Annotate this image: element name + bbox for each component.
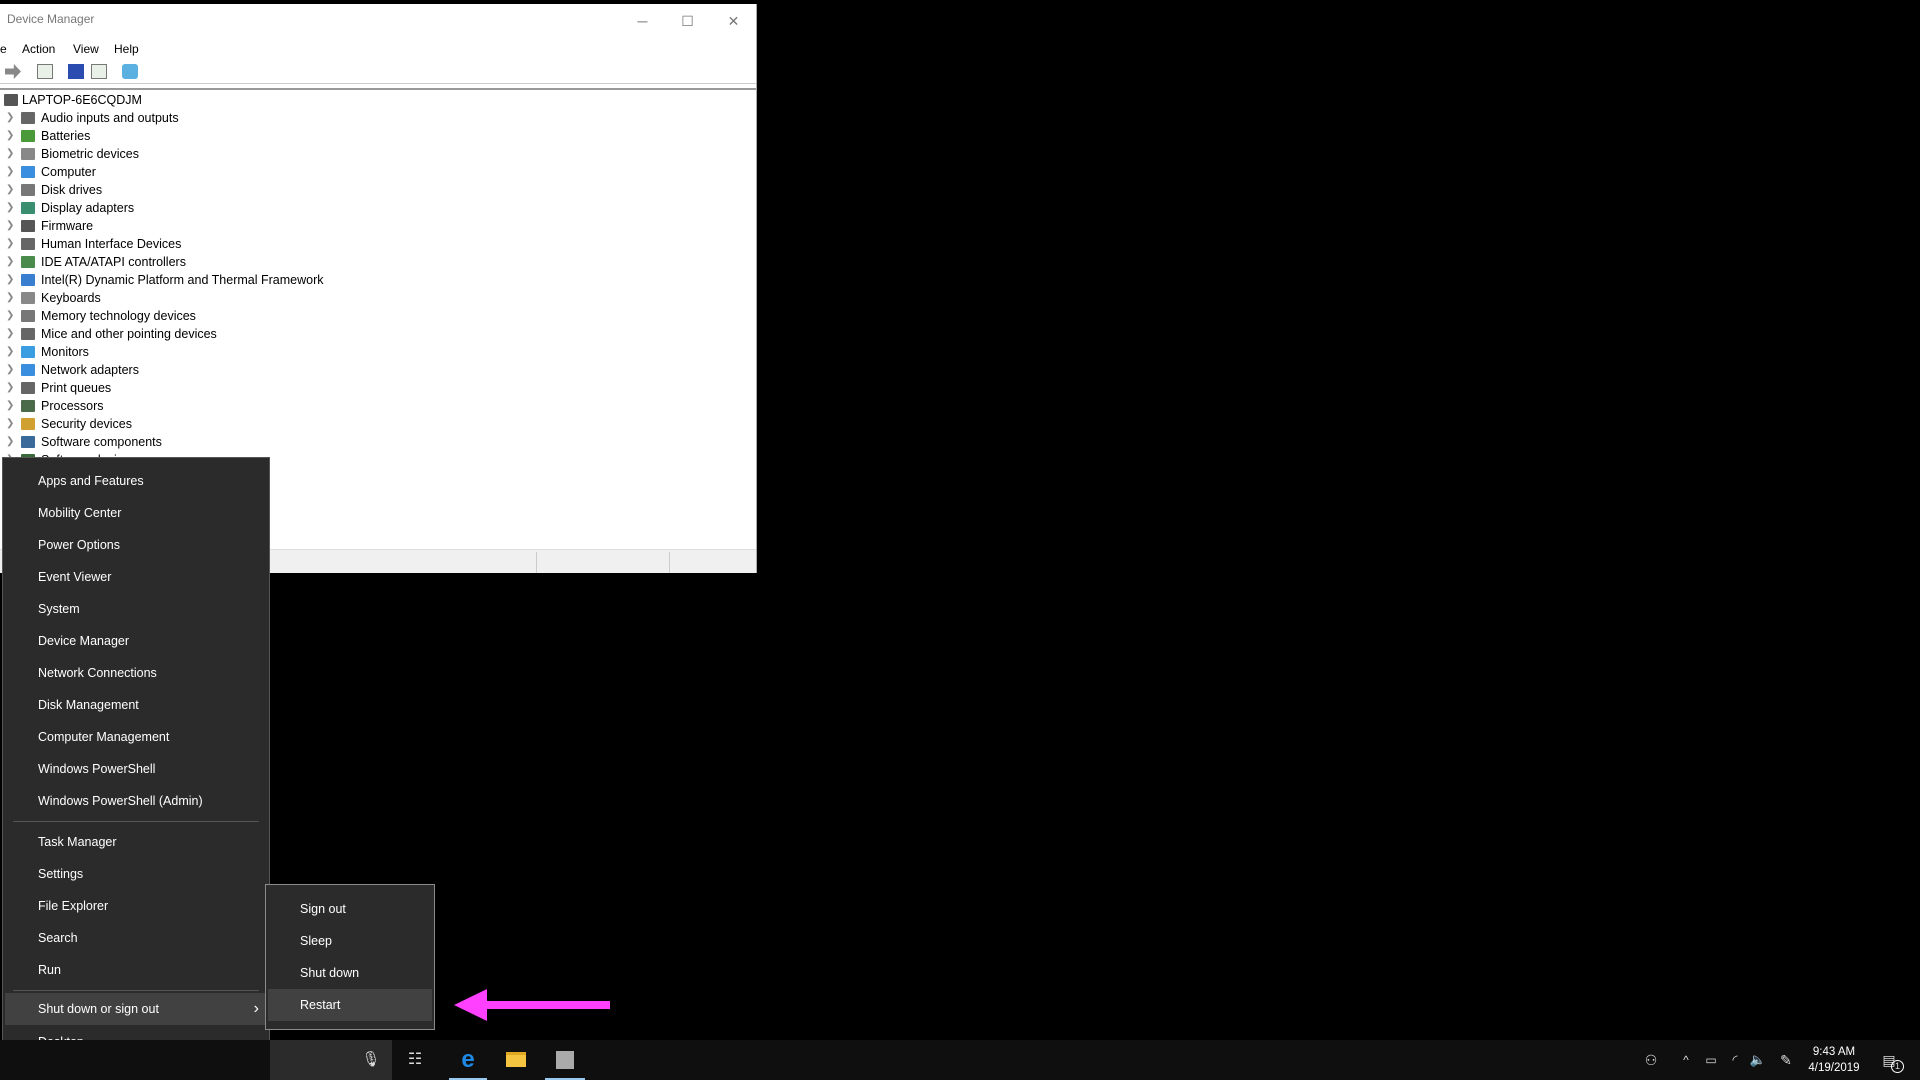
expand-chevron-icon[interactable]: ❯ (6, 343, 14, 361)
device-category-icon (21, 166, 35, 178)
chevron-up-icon[interactable]: ^ (1676, 1040, 1696, 1080)
menu-item[interactable]: Task Manager (5, 826, 267, 858)
expand-chevron-icon[interactable]: ❯ (6, 361, 14, 379)
expand-chevron-icon[interactable]: ❯ (6, 433, 14, 451)
maximize-button[interactable]: ☐ (665, 4, 710, 38)
device-category-icon (21, 220, 35, 232)
clock[interactable]: 9:43 AM 4/19/2019 (1806, 1044, 1862, 1076)
expand-chevron-icon[interactable]: ❯ (6, 217, 14, 235)
wifi-icon[interactable]: ◜ (1724, 1040, 1746, 1080)
menu-view[interactable]: View (73, 42, 99, 56)
device-category-icon (21, 418, 35, 430)
device-category-icon (21, 346, 35, 358)
submenu-item-shut-down[interactable]: Shut down (268, 957, 432, 989)
device-category-icon (21, 238, 35, 250)
forward-icon[interactable] (5, 64, 21, 79)
device-category-icon (21, 148, 35, 160)
device-category-icon (21, 292, 35, 304)
expand-chevron-icon[interactable]: ❯ (6, 145, 14, 163)
menu-item[interactable]: Run (5, 954, 267, 986)
expand-chevron-icon[interactable]: ❯ (6, 271, 14, 289)
menu-item[interactable]: Disk Management (5, 689, 267, 721)
menu-bar: e Action View Help (0, 38, 756, 60)
device-category-icon (21, 130, 35, 142)
submenu-item-restart[interactable]: Restart (268, 989, 432, 1021)
people-icon[interactable]: ⚇ (1640, 1040, 1662, 1080)
battery-icon[interactable]: ▭ (1700, 1040, 1722, 1080)
edge-icon[interactable]: e (447, 1040, 489, 1080)
expand-chevron-icon[interactable]: ❯ (6, 379, 14, 397)
device-category-icon (21, 382, 35, 394)
microphone-icon[interactable]: 🎙 (352, 1040, 390, 1080)
expand-chevron-icon[interactable]: ❯ (6, 127, 14, 145)
menu-item[interactable]: Windows PowerShell (Admin) (5, 785, 267, 817)
device-category-icon (21, 112, 35, 124)
show-hide-icon[interactable] (91, 64, 107, 79)
menu-item[interactable]: System (5, 593, 267, 625)
menu-item[interactable]: Event Viewer (5, 561, 267, 593)
minimize-button[interactable]: ─ (620, 4, 665, 38)
expand-chevron-icon[interactable]: ❯ (6, 163, 14, 181)
title-bar: Device Manager ─ ☐ ✕ (0, 4, 756, 38)
expand-chevron-icon[interactable]: ❯ (6, 181, 14, 199)
menu-item[interactable]: Search (5, 922, 267, 954)
chevron-right-icon: › (253, 1000, 259, 1017)
expand-chevron-icon[interactable]: ❯ (6, 289, 14, 307)
expand-chevron-icon[interactable]: ❯ (6, 109, 14, 127)
submenu-item-sleep[interactable]: Sleep (268, 925, 432, 957)
pen-icon[interactable]: ✎ (1775, 1040, 1797, 1080)
device-category-icon (21, 328, 35, 340)
window-title: Device Manager (7, 12, 95, 26)
expand-chevron-icon[interactable]: ❯ (6, 235, 14, 253)
device-category-icon (21, 364, 35, 376)
properties-icon[interactable] (37, 64, 53, 79)
device-category-icon (21, 400, 35, 412)
volume-icon[interactable]: 🔈 (1747, 1040, 1769, 1080)
device-category-icon (21, 184, 35, 196)
menu-item[interactable]: Computer Management (5, 721, 267, 753)
menu-item[interactable]: File Explorer (5, 890, 267, 922)
device-manager-taskbar-icon[interactable] (543, 1040, 587, 1080)
shutdown-submenu: Sign out Sleep Shut down Restart (265, 884, 435, 1030)
annotation-arrow (454, 989, 610, 1021)
menu-item[interactable]: Network Connections (5, 657, 267, 689)
menu-item[interactable]: Windows PowerShell (5, 753, 267, 785)
device-category-icon (21, 310, 35, 322)
expand-chevron-icon[interactable]: ❯ (6, 253, 14, 271)
expand-chevron-icon[interactable]: ❯ (6, 325, 14, 343)
file-explorer-icon[interactable] (495, 1040, 537, 1080)
menu-separator (13, 821, 259, 822)
device-category-icon (21, 436, 35, 448)
menu-help[interactable]: Help (114, 42, 139, 56)
winx-context-menu: Apps and Features Mobility Center Power Op… (2, 457, 270, 1067)
menu-item[interactable]: Apps and Features (5, 465, 267, 497)
device-category-icon (21, 274, 35, 286)
close-button[interactable]: ✕ (711, 4, 756, 38)
task-view-icon[interactable]: ☷ (395, 1040, 435, 1080)
computer-icon (4, 94, 18, 106)
expand-chevron-icon[interactable]: ❯ (6, 199, 14, 217)
scan-hardware-icon[interactable] (122, 64, 138, 79)
expand-chevron-icon[interactable]: ❯ (6, 415, 14, 433)
menu-item[interactable]: Power Options (5, 529, 267, 561)
submenu-item-sign-out[interactable]: Sign out (268, 893, 432, 925)
expand-chevron-icon[interactable]: ❯ (6, 307, 14, 325)
menu-separator (13, 990, 259, 991)
expand-chevron-icon[interactable]: ❯ (6, 397, 14, 415)
menu-item[interactable]: Settings (5, 858, 267, 890)
taskbar: 🎙 ☷ e ⚇ ^ ▭ ◜ 🔈 ✎ 9:43 AM 4/19/2019 ▤ 1 (0, 1040, 1920, 1080)
menu-item[interactable]: Device Manager (5, 625, 267, 657)
help-icon[interactable] (68, 64, 84, 79)
notifications-icon[interactable]: ▤ 1 (1874, 1040, 1904, 1080)
toolbar (0, 60, 756, 84)
menu-action[interactable]: Action (22, 42, 55, 56)
device-category-icon (21, 202, 35, 214)
menu-item[interactable]: Mobility Center (5, 497, 267, 529)
menu-item-shutdown-or-sign-out[interactable]: Shut down or sign out › (5, 993, 267, 1025)
device-category-icon (21, 256, 35, 268)
menu-file[interactable]: e (0, 42, 7, 56)
